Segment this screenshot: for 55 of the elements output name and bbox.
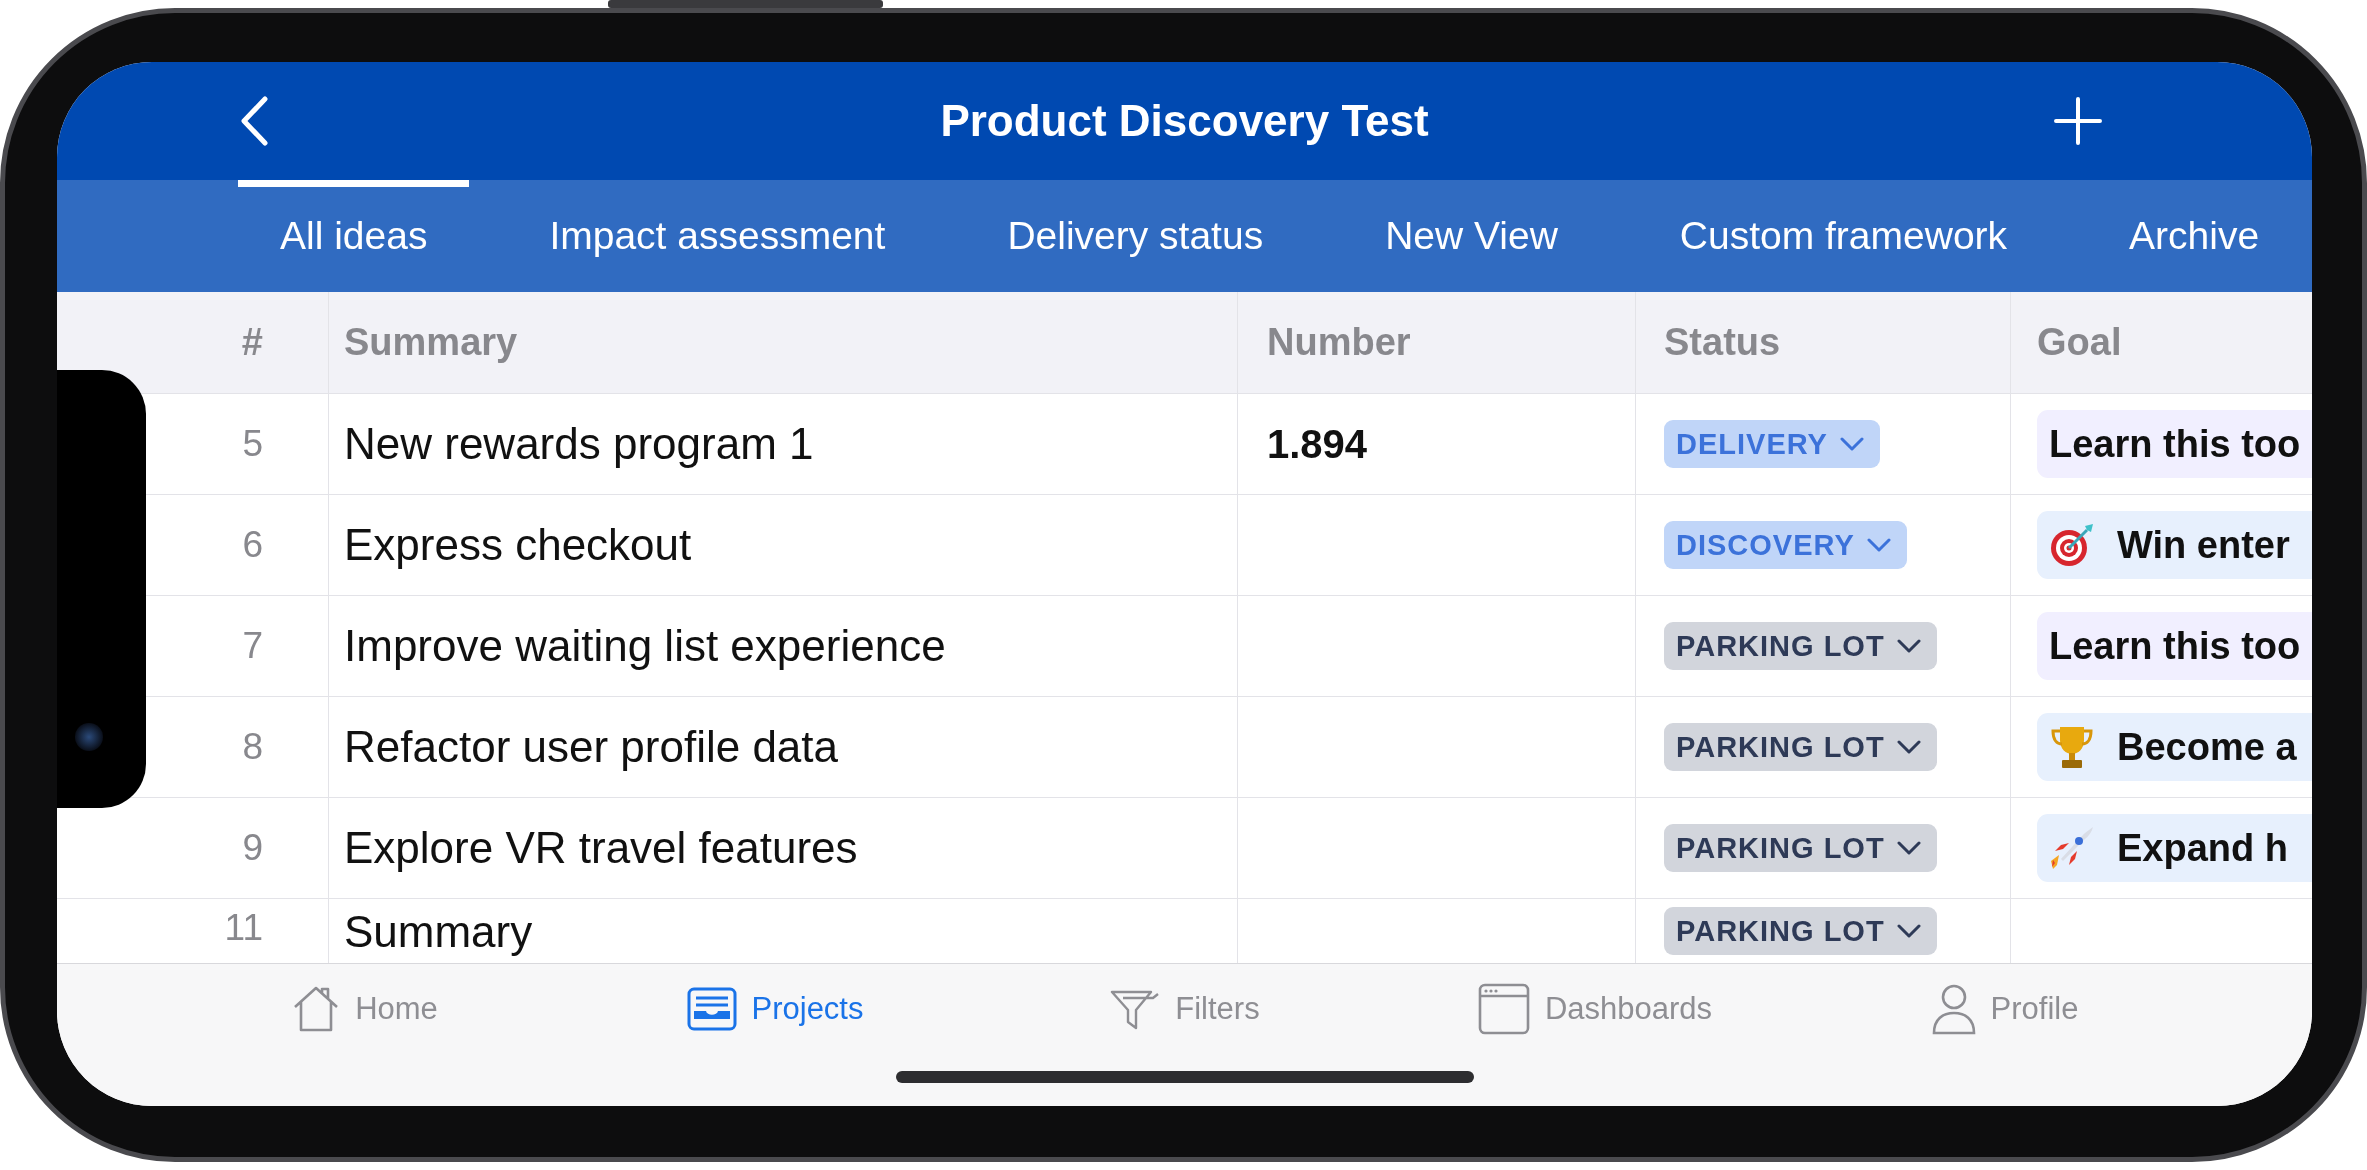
back-chevron-icon [239, 96, 269, 146]
column-header: Number [1267, 321, 1411, 364]
summary-text: Express checkout [344, 520, 692, 570]
row-number: 8 [242, 726, 263, 768]
goal-tag: Become a [2037, 713, 2312, 781]
number-value: 1.894 [1267, 421, 1368, 467]
caret-icon [1896, 841, 1921, 855]
row-number: 9 [242, 827, 263, 869]
status-dropdown[interactable]: PARKING LOT [1664, 907, 1937, 955]
row-number: 11 [224, 907, 263, 949]
status-dropdown[interactable]: DISCOVERY [1664, 521, 1907, 569]
goal-tag: Learn this too [2037, 410, 2312, 478]
nav-tab[interactable]: Filters [1109, 982, 1260, 1036]
status-dropdown[interactable]: PARKING LOT [1664, 824, 1937, 872]
goal-tag: Learn this too [2037, 612, 2312, 680]
view-tab[interactable]: Custom framework [1637, 180, 2050, 292]
caret-icon [1896, 924, 1921, 938]
row-number: 5 [242, 423, 263, 465]
summary-text: Improve waiting list experience [344, 621, 946, 671]
nav-tab[interactable]: Profile [1930, 982, 2079, 1036]
status-dropdown[interactable]: PARKING LOT [1664, 622, 1937, 670]
window-icon [1476, 982, 1531, 1036]
trophy-icon [2049, 724, 2095, 770]
summary-text: Explore VR travel features [344, 823, 858, 873]
status-dropdown[interactable]: DELIVERY [1664, 420, 1880, 468]
screen-title: Product Discovery Test [940, 96, 1429, 146]
column-header: Summary [344, 321, 518, 364]
caret-icon [1839, 437, 1864, 451]
plus-icon [2054, 97, 2102, 145]
column-header: # [241, 321, 263, 364]
view-tab[interactable]: Archive [2087, 180, 2302, 292]
person-icon [1930, 983, 1977, 1035]
rocket-icon [2049, 825, 2095, 871]
inbox-icon [685, 986, 738, 1032]
row-number: 6 [242, 524, 263, 566]
caret-icon [1896, 639, 1921, 653]
summary-text: Summary [344, 907, 533, 957]
nav-tab[interactable]: Home [291, 982, 438, 1036]
target-icon [2049, 522, 2095, 568]
view-tab[interactable]: Delivery status [965, 180, 1306, 292]
column-header: Goal [2037, 321, 2122, 364]
caret-icon [1866, 538, 1891, 552]
status-dropdown[interactable]: PARKING LOT [1664, 723, 1937, 771]
row-number: 7 [242, 625, 263, 667]
caret-icon [1896, 740, 1921, 754]
view-tab[interactable]: Impact assessment [507, 180, 928, 292]
summary-text: Refactor user profile data [344, 722, 839, 772]
summary-text: New rewards program 1 [344, 419, 814, 469]
goal-tag: Win enter [2037, 511, 2312, 579]
nav-tab[interactable]: Dashboards [1476, 982, 1713, 1036]
column-header: Status [1664, 321, 1781, 364]
camera-icon [75, 723, 103, 751]
view-tab[interactable]: New View [1343, 180, 1600, 292]
nav-tab[interactable]: Projects [685, 982, 864, 1036]
goal-tag: Expand h [2037, 814, 2312, 882]
